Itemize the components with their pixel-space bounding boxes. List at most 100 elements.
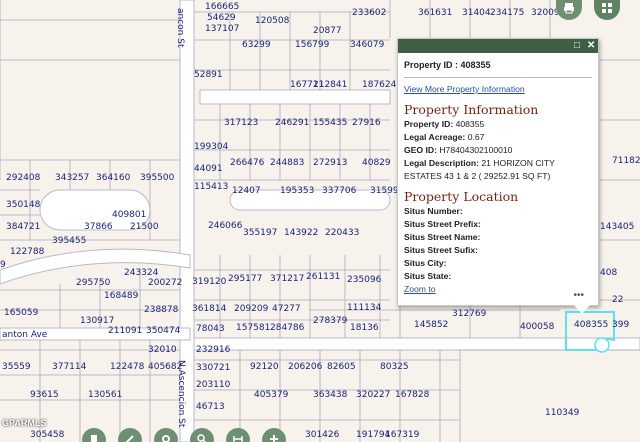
parcel-label[interactable]: 71182 [612,156,640,166]
parcel-label[interactable]: 405379 [254,390,288,400]
parcel-label[interactable]: 156799 [295,40,329,50]
parcel-label[interactable]: 350148 [6,200,40,210]
view-more-link[interactable]: View More Property Information [404,84,525,94]
parcel-label[interactable]: 143405 [600,222,634,232]
parcel-label[interactable]: 12407 [232,186,261,196]
maximize-icon[interactable]: □ [574,41,580,51]
parcel-label[interactable]: 284786 [270,323,304,333]
parcel-label[interactable]: 232916 [196,345,230,355]
parcel-label[interactable]: 78043 [196,324,225,334]
parcel-label[interactable]: 21500 [130,222,159,232]
parcel-label[interactable]: 122788 [10,247,44,257]
parcel-label[interactable]: 31599 [370,186,399,196]
parcel-label[interactable]: 199304 [194,142,228,152]
parcel-label[interactable]: 47277 [272,304,301,314]
parcel-label[interactable]: 44091 [194,164,223,174]
parcel-label[interactable]: 115413 [194,182,228,192]
parcel-label[interactable]: 31404 [462,8,491,18]
parcel-label[interactable]: 399 [612,320,629,330]
parcel-label[interactable]: 261131 [306,272,340,282]
parcel-label[interactable]: 361814 [192,304,226,314]
parcel-label[interactable]: 165059 [4,308,38,318]
zoom-to-link[interactable]: Zoom to [404,284,436,294]
parcel-label[interactable]: 37866 [84,222,113,232]
parcel-label[interactable]: 203110 [196,380,230,390]
parcel-label[interactable]: 243324 [124,268,158,278]
parcel-label[interactable]: 209209 [234,304,268,314]
parcel-label[interactable]: 246291 [275,118,309,128]
parcel-label[interactable]: 320227 [356,390,390,400]
parcel-label[interactable]: 54629 [207,13,236,23]
parcel-label[interactable]: 167319 [385,430,419,440]
parcel-label[interactable]: 246066 [208,221,242,231]
parcel-label[interactable]: 408 [600,268,617,278]
parcel-label[interactable]: 384721 [6,222,40,232]
parcel-label[interactable]: 52891 [194,70,223,80]
parcel-label[interactable]: 350474 [146,326,180,336]
parcel-label[interactable]: 235096 [347,275,381,285]
parcel-label[interactable]: 305458 [30,430,64,440]
parcel-label[interactable]: 18136 [350,323,379,333]
parcel-label[interactable]: 122478 [110,362,144,372]
parcel-label[interactable]: 408355 [574,320,608,330]
parcel-label[interactable]: 155435 [313,118,347,128]
parcel-label[interactable]: 355197 [243,228,277,238]
parcel-label[interactable]: 272913 [313,158,347,168]
parcel-label[interactable]: 343257 [55,173,89,183]
parcel-label[interactable]: 238878 [144,305,178,315]
parcel-label[interactable]: 409801 [112,210,146,220]
parcel-label[interactable]: 317123 [224,118,258,128]
parcel-label[interactable]: 40829 [362,158,391,168]
parcel-label[interactable]: 234175 [490,8,524,18]
parcel-label[interactable]: 130917 [80,316,114,326]
parcel-label[interactable]: 211091 [108,326,142,336]
parcel-label[interactable]: 361631 [418,8,452,18]
parcel-label[interactable]: 27916 [352,118,381,128]
parcel-label[interactable]: 266476 [230,158,264,168]
parcel-label[interactable]: 377114 [52,362,86,372]
parcel-label[interactable]: 120508 [255,16,289,26]
parcel-label[interactable]: 244883 [270,158,304,168]
parcel-label[interactable]: 168489 [104,291,138,301]
parcel-label[interactable]: 233602 [352,8,386,18]
parcel-label[interactable]: 395500 [140,173,174,183]
parcel-label[interactable]: 220433 [325,228,359,238]
parcel-label[interactable]: 35559 [2,362,31,372]
parcel-label[interactable]: 295177 [228,274,262,284]
parcel-label[interactable]: 22 [612,295,623,305]
parcel-label[interactable]: 157581 [236,323,270,333]
parcel-label[interactable]: 130561 [88,390,122,400]
parcel-label[interactable]: 63299 [242,40,271,50]
parcel-label[interactable]: 371217 [270,274,304,284]
parcel-label[interactable]: 166665 [205,2,239,12]
parcel-label[interactable]: 200272 [148,278,182,288]
parcel-label[interactable]: 400058 [520,322,554,332]
parcel-label[interactable]: 20877 [313,26,342,36]
parcel-label[interactable]: 111134 [347,303,381,313]
parcel-label[interactable]: 346079 [350,40,384,50]
parcel-label[interactable]: 145852 [414,320,448,330]
parcel-label[interactable]: 337706 [322,186,356,196]
parcel-label[interactable]: 292408 [6,173,40,183]
parcel-label[interactable]: 330721 [196,363,230,373]
parcel-label[interactable]: 82605 [327,362,356,372]
parcel-label[interactable]: 187624 [362,80,396,90]
parcel-label[interactable]: 93615 [30,390,59,400]
parcel-label[interactable]: 143922 [284,228,318,238]
parcel-label[interactable]: 167828 [395,390,429,400]
close-icon[interactable]: ✕ [587,41,595,51]
parcel-label[interactable]: 92120 [250,362,279,372]
parcel-label[interactable]: 395455 [52,236,86,246]
parcel-label[interactable]: 195353 [280,186,314,196]
parcel-label[interactable]: 206206 [288,362,322,372]
ellipsis-icon[interactable]: ••• [573,290,584,301]
parcel-label[interactable]: 295750 [76,278,110,288]
parcel-label[interactable]: 278379 [313,316,347,326]
parcel-label[interactable]: 32010 [148,345,177,355]
parcel-label[interactable]: 80325 [380,362,409,372]
parcel-label[interactable]: 301426 [305,430,339,440]
parcel-label[interactable]: 364160 [96,173,130,183]
parcel-label[interactable]: 137107 [205,24,239,34]
parcel-label[interactable]: 110349 [545,408,579,418]
parcel-label[interactable]: 363438 [313,390,347,400]
